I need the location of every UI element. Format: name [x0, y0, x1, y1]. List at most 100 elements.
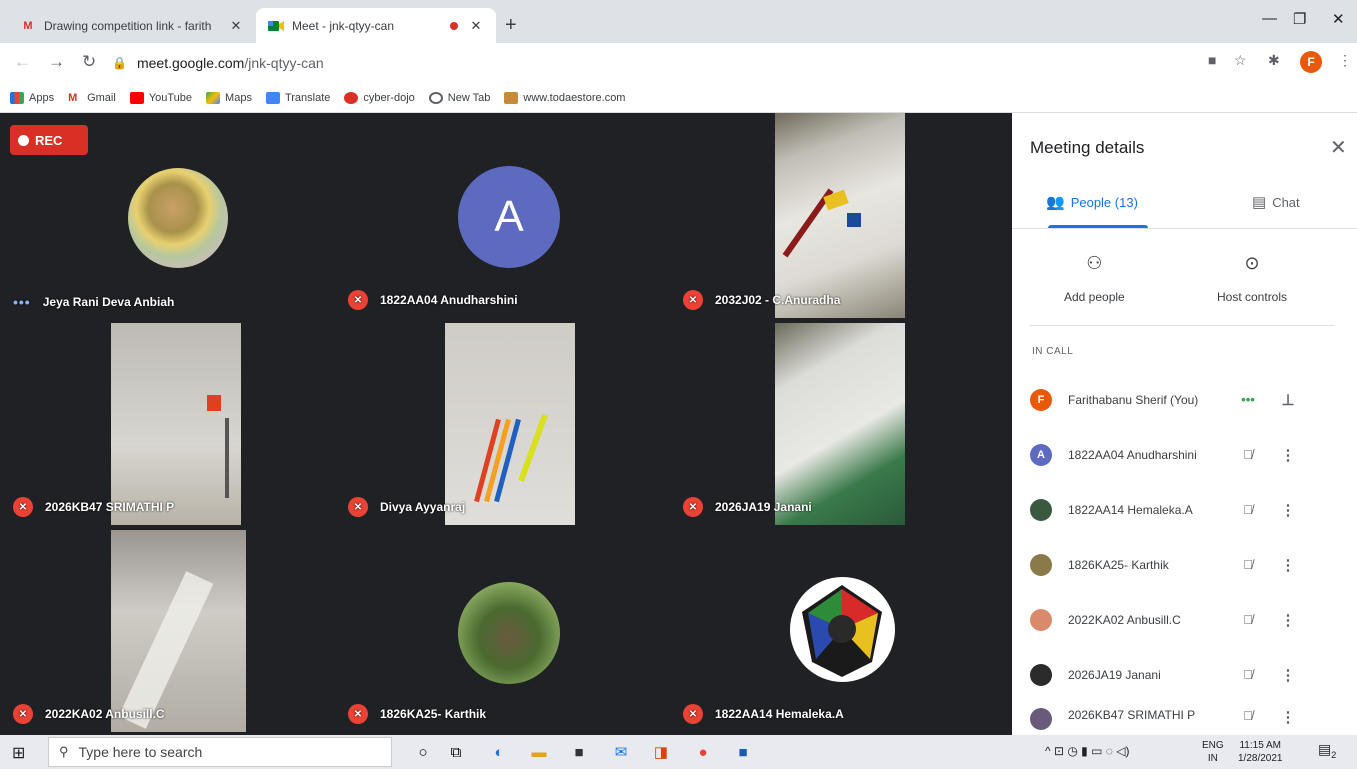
star-icon[interactable]: ☆ [1234, 52, 1247, 69]
avatar [1030, 608, 1052, 631]
gmail-icon: M [23, 19, 33, 32]
store-icon [504, 91, 519, 104]
more-options-icon[interactable]: ⋮ [1268, 611, 1308, 629]
meeting-details-panel: Meeting details ✕ 👥 People (13) ▤ Chat ⚇… [1012, 113, 1357, 735]
camera-in-use-icon[interactable]: ■ [1208, 52, 1216, 68]
bookmark-cyber-dojo[interactable]: cyber-dojo [344, 91, 415, 104]
avatar [1030, 498, 1052, 521]
store-icon[interactable]: ■ [568, 742, 590, 762]
task-view-icon[interactable]: ⧉ [445, 742, 467, 762]
taskbar-search[interactable]: ⚲ Type here to search [48, 737, 392, 767]
menu-icon[interactable]: ⋮ [1338, 52, 1352, 69]
mic-off-icon: 🎙̸ [1243, 447, 1253, 462]
add-person-icon: ⚇ [1086, 253, 1103, 273]
avatar [790, 577, 895, 682]
url-path: /jnk-qtyy-can [244, 55, 324, 71]
clock[interactable]: 11:15 AM 1/28/2021 [1238, 739, 1283, 765]
extensions-icon[interactable]: ✱ [1268, 52, 1280, 69]
language-indicator[interactable]: ENG IN [1202, 739, 1224, 765]
cortana-icon[interactable]: ○ [412, 742, 434, 762]
back-icon[interactable]: ← [14, 52, 31, 72]
tab-meet[interactable]: Meet - jnk-qtyy-can ✕ [256, 8, 496, 43]
notification-icon[interactable]: ▤2 [1318, 742, 1336, 762]
participant-tile[interactable]: ✕ 2026KB47 SRIMATHI P [5, 320, 335, 525]
participant-tile[interactable]: ✕ Divya Ayyanraj [340, 320, 670, 525]
new-tab-button[interactable]: + [505, 14, 517, 37]
tab-chat[interactable]: ▤ Chat [1252, 193, 1300, 211]
tab-people[interactable]: 👥 People (13) [1046, 193, 1138, 211]
video-feed [111, 530, 246, 732]
bookmark-todaestore[interactable]: www.todaestore.com [504, 91, 625, 104]
address-bar[interactable]: 🔒 meet.google.com/jnk-qtyy-can [112, 49, 1192, 77]
close-tab-icon[interactable]: ✕ [228, 18, 244, 34]
bookmark-gmail[interactable]: M Gmail [68, 92, 116, 104]
avatar [128, 168, 228, 268]
file-explorer-icon[interactable]: ▬ [528, 742, 550, 762]
mic-off-icon: 🎙̸ [1243, 557, 1253, 572]
tile-name: ✕ 2026KB47 SRIMATHI P [13, 497, 174, 517]
system-tray-icons[interactable]: ^ ⊡ ◷ ▮ ▭ ◌ ◁) [1045, 745, 1129, 758]
participant-tile[interactable]: ✕ 2032J02 - C.Anuradha [675, 113, 1005, 318]
bookmark-maps[interactable]: Maps [206, 91, 252, 104]
tab-title: Drawing competition link - farith [44, 18, 212, 33]
list-item[interactable]: 2026KB47 SRIMATHI P 🎙̸ ⋮ [1030, 702, 1340, 735]
list-item[interactable]: F Farithabanu Sherif (You) ••• ⊥ [1030, 372, 1340, 427]
list-item[interactable]: 1826KA25- Karthik 🎙̸ ⋮ [1030, 537, 1340, 592]
bookmark-youtube[interactable]: YouTube [129, 91, 192, 104]
more-options-icon[interactable]: ⋮ [1268, 446, 1308, 464]
office-icon[interactable]: ◨ [650, 742, 672, 762]
chrome-icon[interactable]: ● [692, 742, 714, 762]
forward-icon[interactable]: → [48, 52, 65, 72]
participant-tile[interactable]: ✕ 1826KA25- Karthik [340, 527, 670, 732]
window-close-icon[interactable]: ✕ [1332, 10, 1345, 28]
video-feed [445, 323, 575, 525]
mic-off-icon: ✕ [13, 497, 33, 517]
participant-tile[interactable]: A ✕ 1822AA04 Anudharshini [340, 113, 670, 318]
mic-off-icon: 🎙̸ [1243, 612, 1253, 627]
close-panel-icon[interactable]: ✕ [1330, 135, 1347, 160]
tile-name: ••• Jeya Rani Deva Anbiah [13, 294, 175, 310]
more-options-icon[interactable]: ⋮ [1268, 501, 1308, 519]
video-feed [111, 323, 241, 525]
gmail-icon: M [68, 91, 78, 104]
mail-icon[interactable]: ✉ [610, 742, 632, 762]
participant-tile[interactable]: ✕ 2026JA19 Janani [675, 320, 1005, 525]
more-options-icon[interactable]: ⋮ [1268, 556, 1308, 574]
url-host: meet.google.com [136, 55, 245, 71]
tile-name: ✕ 1822AA04 Anudharshini [348, 290, 518, 310]
tile-name: ✕ 2022KA02 Anbusill.C [13, 704, 165, 724]
bookmark-apps[interactable]: Apps [10, 91, 54, 104]
close-tab-icon[interactable]: ✕ [468, 18, 484, 34]
lock-icon: 🔒 [112, 56, 127, 70]
in-call-heading: IN CALL [1032, 346, 1074, 357]
speaking-icon: ••• [13, 294, 31, 310]
cyber-dojo-icon [344, 91, 359, 104]
app-icon[interactable]: ■ [732, 742, 754, 762]
apps-icon [10, 91, 24, 104]
participant-tile[interactable]: ✕ 1822AA14 Hemaleka.A [675, 527, 1005, 732]
minimize-icon[interactable]: — [1262, 10, 1277, 27]
divider [1030, 325, 1335, 326]
more-options-icon[interactable]: ⋮ [1268, 666, 1308, 684]
list-item[interactable]: A 1822AA04 Anudharshini 🎙̸ ⋮ [1030, 427, 1340, 482]
mic-off-icon: ✕ [348, 290, 368, 310]
windows-start-icon[interactable]: ⊞ [12, 743, 25, 763]
reload-icon[interactable]: ↻ [82, 52, 96, 72]
more-options-icon[interactable]: ⋮ [1268, 708, 1308, 726]
add-people-button[interactable]: ⚇ Add people [1064, 253, 1125, 304]
edge-icon[interactable]: ◐ [488, 742, 510, 762]
pin-icon[interactable]: ⊥ [1268, 391, 1308, 409]
tab-gmail[interactable]: M Drawing competition link - farith ✕ [8, 8, 256, 43]
bookmark-translate[interactable]: Translate [265, 91, 330, 104]
mic-off-icon: ✕ [348, 497, 368, 517]
avatar [1030, 553, 1052, 576]
host-controls-button[interactable]: ⊙ Host controls [1217, 253, 1287, 304]
list-item[interactable]: 2022KA02 Anbusill.C 🎙̸ ⋮ [1030, 592, 1340, 647]
profile-avatar[interactable]: F [1300, 51, 1322, 73]
bookmark-new-tab[interactable]: New Tab [428, 91, 490, 104]
restore-icon[interactable]: ❐ [1293, 10, 1306, 28]
list-item[interactable]: 1822AA14 Hemaleka.A 🎙̸ ⋮ [1030, 482, 1340, 537]
participant-tile[interactable]: ✕ 2022KA02 Anbusill.C [5, 527, 335, 732]
list-item[interactable]: 2026JA19 Janani 🎙̸ ⋮ [1030, 647, 1340, 702]
bookmarks-bar: Apps M Gmail YouTube Maps Translate cyber… [0, 83, 1357, 113]
